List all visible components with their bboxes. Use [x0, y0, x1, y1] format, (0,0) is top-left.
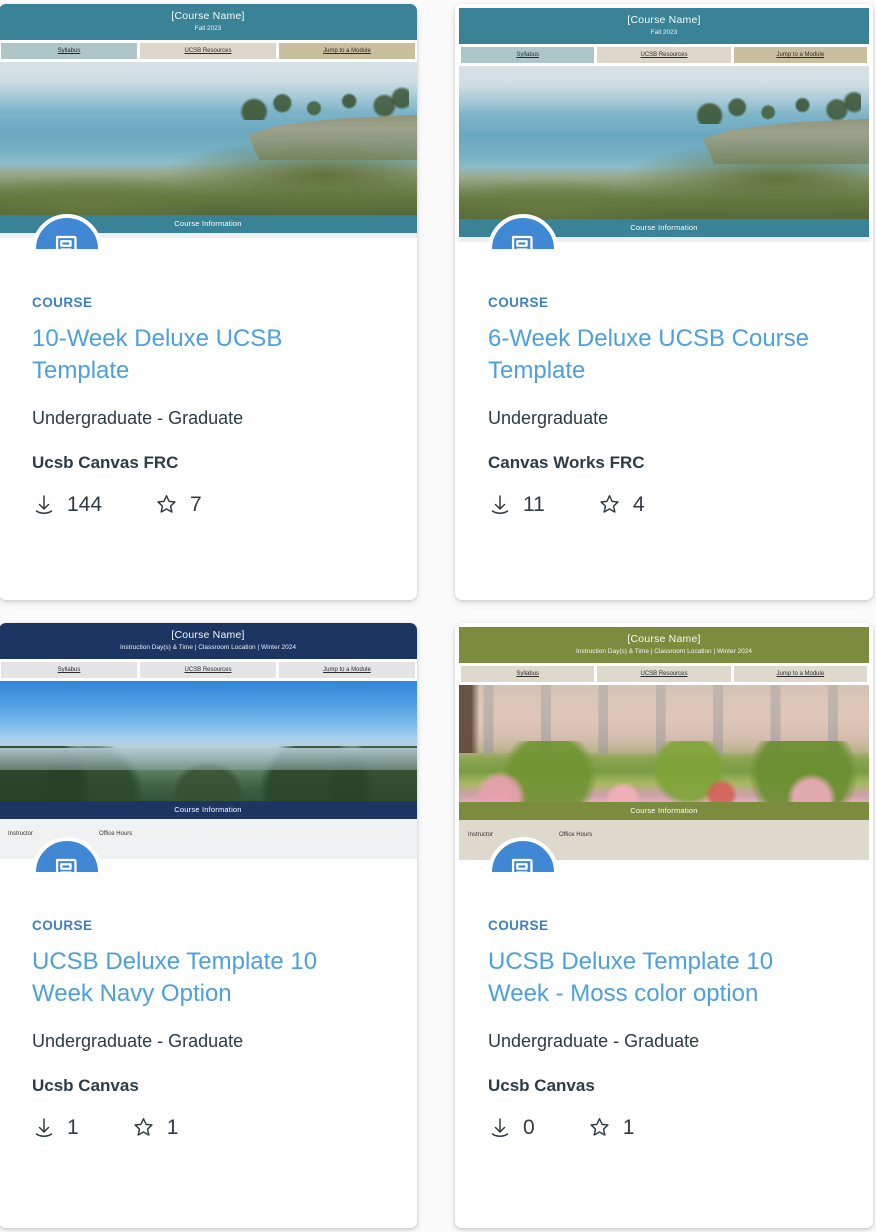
card-stats: 11 4: [488, 492, 840, 517]
card-body: COURSE 6-Week Deluxe UCSB Course Templat…: [455, 249, 873, 517]
thumbnail-nav-resources: UCSB Resources: [597, 47, 731, 64]
thumbnail-nav-modules: Jump to a Module: [279, 662, 415, 679]
card-title-link[interactable]: 6-Week Deluxe UCSB Course Template: [488, 323, 840, 386]
favorites-count: 1: [166, 1116, 179, 1140]
course-card[interactable]: [Course Name] Fall 2023 Syllabus UCSB Re…: [455, 4, 873, 600]
card-stats: 1 1: [32, 1115, 384, 1140]
thumbnail-table-label-2: Office Hours: [559, 832, 593, 839]
campus-garden-photo: [459, 685, 869, 803]
thumbnail-nav: Syllabus UCSB Resources Jump to a Module: [0, 659, 417, 682]
downloads-stat: 11: [488, 493, 545, 517]
star-outline-icon: [590, 1118, 609, 1137]
card-author: Ucsb Canvas FRC: [32, 453, 179, 473]
favorites-count: 1: [622, 1116, 635, 1140]
card-level: Undergraduate: [488, 408, 609, 429]
favorites-count: 4: [632, 493, 645, 517]
coastal-cliff-photo: [459, 66, 869, 220]
course-thumbnail[interactable]: [Course Name] Instruction Day(s) & Time …: [0, 623, 417, 872]
card-level: Undergraduate - Graduate: [32, 1031, 244, 1052]
downloads-stat: 144: [32, 493, 102, 517]
download-icon: [491, 1118, 509, 1137]
course-card-grid: [Course Name] Fall 2023 Syllabus UCSB Re…: [0, 0, 876, 1232]
card-stats: 0 1: [488, 1115, 840, 1140]
star-outline-icon: [134, 1118, 153, 1137]
thumbnail-nav-modules: Jump to a Module: [279, 43, 415, 60]
card-title-link[interactable]: 10-Week Deluxe UCSB Template: [32, 323, 384, 386]
thumbnail-term: Fall 2023: [650, 29, 678, 37]
card-kicker: COURSE: [32, 295, 93, 310]
thumbnail-header: [Course Name] Instruction Day(s) & Time …: [0, 623, 417, 660]
thumbnail-course-name: [Course Name]: [171, 10, 245, 22]
card-kicker: COURSE: [32, 918, 93, 933]
thumbnail-course-name: [Course Name]: [627, 14, 701, 26]
thumbnail-table-label-2: Office Hours: [99, 831, 133, 838]
star-outline-icon: [600, 495, 619, 514]
course-card[interactable]: [Course Name] Fall 2023 Syllabus UCSB Re…: [0, 4, 417, 600]
card-stats: 144 7: [32, 492, 384, 517]
favorites-stat: 1: [131, 1115, 179, 1140]
thumbnail-table-label: Instructor: [8, 831, 34, 838]
thumbnail-header: [Course Name] Fall 2023: [0, 4, 417, 41]
card-author: Ucsb Canvas: [488, 1076, 595, 1096]
card-author: Ucsb Canvas: [32, 1076, 139, 1096]
thumbnail-nav-syllabus: Syllabus: [1, 43, 137, 60]
thumbnail-header: [Course Name] Instruction Day(s) & Time …: [459, 627, 869, 664]
thumbnail-course-name: [Course Name]: [171, 629, 245, 641]
downloads-count: 0: [523, 1116, 535, 1140]
download-icon: [35, 1118, 53, 1137]
download-icon: [35, 495, 53, 514]
card-level: Undergraduate - Graduate: [488, 1031, 700, 1052]
thumbnail-nav: Syllabus UCSB Resources Jump to a Module: [459, 44, 869, 67]
course-thumbnail[interactable]: [Course Name] Instruction Day(s) & Time …: [455, 623, 873, 872]
card-body: COURSE 10-Week Deluxe UCSB Template Unde…: [0, 249, 417, 517]
thumbnail-nav-syllabus: Syllabus: [461, 666, 595, 683]
card-author: Canvas Works FRC: [488, 453, 645, 473]
thumbnail-nav-resources: UCSB Resources: [140, 43, 276, 60]
favorites-count: 7: [190, 493, 202, 517]
thumbnail-nav-modules: Jump to a Module: [733, 666, 867, 683]
favorites-stat: 7: [154, 492, 202, 517]
thumbnail-nav-syllabus: Syllabus: [1, 662, 137, 679]
thumbnail-term: Fall 2023: [194, 25, 222, 33]
card-title-link[interactable]: UCSB Deluxe Template 10 Week Navy Option: [32, 946, 384, 1009]
thumbnail-info-bar: Course Information: [0, 801, 417, 820]
thumbnail-term: Instruction Day(s) & Time | Classroom Lo…: [575, 648, 753, 656]
book-icon: [511, 235, 533, 249]
downloads-stat: 0: [488, 1116, 535, 1140]
downloads-count: 11: [523, 493, 545, 517]
card-body: COURSE UCSB Deluxe Template 10 Week - Mo…: [455, 872, 873, 1140]
course-thumbnail[interactable]: [Course Name] Fall 2023 Syllabus UCSB Re…: [455, 4, 873, 249]
course-card[interactable]: [Course Name] Instruction Day(s) & Time …: [0, 623, 417, 1228]
coastal-cliff-photo: [0, 62, 417, 216]
downloads-count: 144: [67, 493, 103, 517]
thumbnail-nav: Syllabus UCSB Resources Jump to a Module: [0, 40, 417, 63]
downloads-count: 1: [67, 1116, 79, 1140]
card-kicker: COURSE: [488, 918, 549, 933]
card-body: COURSE UCSB Deluxe Template 10 Week Navy…: [0, 872, 417, 1140]
thumbnail-nav-syllabus: Syllabus: [461, 47, 595, 64]
thumbnail-term: Instruction Day(s) & Time | Classroom Lo…: [119, 644, 297, 652]
thumbnail-course-name: [Course Name]: [627, 633, 701, 645]
thumbnail-nav: Syllabus UCSB Resources Jump to a Module: [459, 663, 869, 686]
card-title-link[interactable]: UCSB Deluxe Template 10 Week - Moss colo…: [488, 946, 840, 1009]
thumbnail-nav-resources: UCSB Resources: [597, 666, 731, 683]
star-outline-icon: [157, 495, 176, 514]
thumbnail-nav-modules: Jump to a Module: [733, 47, 867, 64]
course-thumbnail[interactable]: [Course Name] Fall 2023 Syllabus UCSB Re…: [0, 4, 417, 249]
thumbnail-nav-resources: UCSB Resources: [140, 662, 276, 679]
thumbnail-info-bar: Course Information: [459, 802, 869, 821]
favorites-stat: 4: [597, 492, 645, 517]
download-icon: [491, 495, 509, 514]
book-icon: [511, 858, 533, 872]
favorites-stat: 1: [587, 1115, 635, 1140]
book-icon: [55, 235, 77, 249]
card-level: Undergraduate - Graduate: [32, 408, 244, 429]
thumbnail-table-label: Instructor: [468, 832, 494, 839]
downloads-stat: 1: [32, 1116, 79, 1140]
card-kicker: COURSE: [488, 295, 549, 310]
thumbnail-header: [Course Name] Fall 2023: [459, 8, 869, 45]
book-icon: [55, 858, 77, 872]
course-card[interactable]: [Course Name] Instruction Day(s) & Time …: [455, 623, 873, 1228]
lagoon-panorama-photo: [0, 681, 417, 802]
